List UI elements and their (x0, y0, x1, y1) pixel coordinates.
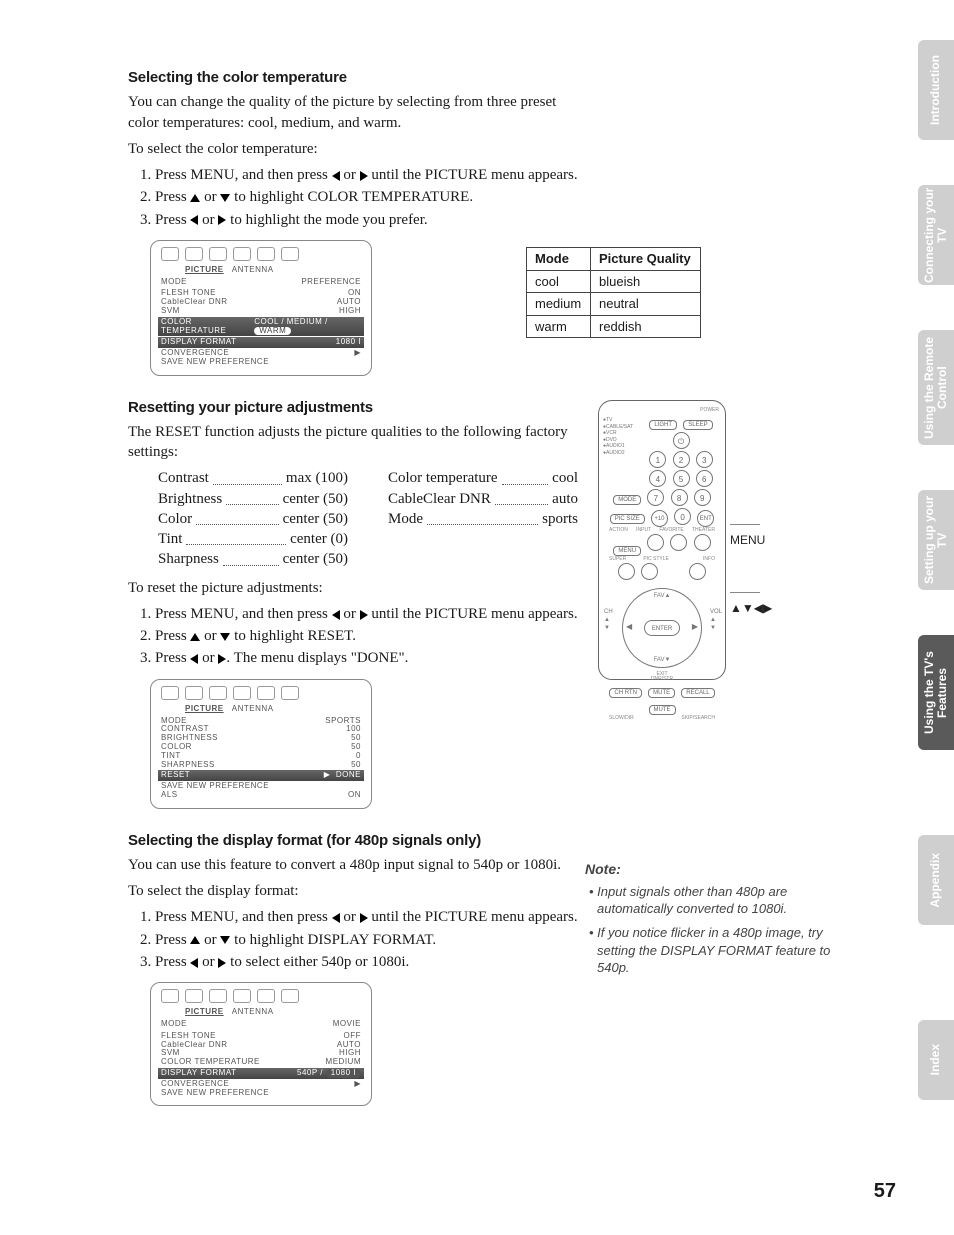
num-9: 9 (694, 489, 711, 506)
osd-highlighted-row: COLOR TEMPERATURECOOL / MEDIUM / WARM (158, 317, 364, 337)
tab-remote-control[interactable]: Using the Remote Control (918, 330, 954, 445)
hundred-button: +10 (651, 510, 668, 527)
arrow-down-icon (220, 936, 230, 944)
arrow-left-icon (332, 610, 340, 620)
arrow-up-icon (190, 194, 200, 202)
fav-down: FAV▼ (622, 656, 702, 664)
tab-appendix[interactable]: Appendix (918, 835, 954, 925)
heading-reset: Resetting your picture adjustments (128, 398, 578, 418)
step-2: 2. Press or to highlight RESET. (158, 626, 578, 646)
lead-text: To select the display format: (128, 881, 578, 901)
step-3: 3. Press or . The menu displays "DONE". (158, 648, 578, 668)
num-5: 5 (673, 470, 690, 487)
tab-setting-up[interactable]: Setting up your TV (918, 490, 954, 590)
tab-introduction[interactable]: Introduction (918, 40, 954, 140)
arrow-up-icon (190, 936, 200, 944)
step-2: 2. Press or to highlight COLOR TEMPERATU… (158, 187, 578, 207)
step-3: 3. Press or to select either 540p or 108… (158, 952, 578, 972)
arrow-right-icon (360, 171, 368, 181)
step-3: 3. Press or to highlight the mode you pr… (158, 210, 578, 230)
osd-screenshot-3: PICTURE ANTENNA MODEMOVIE FLESH TONEOFF … (150, 982, 372, 1106)
note-heading: Note: (585, 860, 860, 879)
factory-defaults: Contrastmax (100) Brightnesscenter (50) … (128, 468, 578, 569)
callout-menu: MENU (730, 516, 765, 548)
num-6: 6 (696, 470, 713, 487)
mode-button: MODE (613, 495, 641, 505)
page-number: 57 (874, 1178, 896, 1205)
section-reset: Resetting your picture adjustments The R… (128, 398, 578, 809)
th-quality: Picture Quality (590, 248, 700, 271)
tab-connecting[interactable]: Connecting your TV (918, 185, 954, 285)
light-button: LIGHT (649, 420, 677, 430)
tab-features-active[interactable]: Using the TV's Features (918, 635, 954, 750)
chapter-tabs: Introduction Connecting your TV Using th… (916, 20, 954, 1160)
enter-button: ENTER (644, 620, 680, 636)
arrow-left-icon (332, 913, 340, 923)
num-2: 2 (673, 451, 690, 468)
arrow-up-icon (190, 633, 200, 641)
osd-screenshot-1: PICTURE ANTENNA MODEPREFERENCE FLESH TON… (150, 240, 372, 376)
arrow-right-icon (360, 913, 368, 923)
menu-button: MENU (613, 546, 641, 556)
picsize-button: PIC SIZE (610, 514, 645, 524)
fav-up: FAV▲ (622, 592, 702, 600)
steps-list: 1. Press MENU, and then press or until t… (128, 604, 578, 669)
arrow-right-icon (360, 610, 368, 620)
intro-text: The RESET function adjusts the picture q… (128, 422, 578, 463)
lead-text: To reset the picture adjustments: (128, 578, 578, 598)
intro-text: You can use this feature to convert a 48… (128, 855, 578, 875)
steps-list: 1. Press MENU, and then press or until t… (128, 165, 578, 230)
th-mode: Mode (527, 248, 591, 271)
color-mode-table: ModePicture Quality coolblueish mediumne… (526, 247, 701, 338)
note-item: Input signals other than 480p are automa… (597, 883, 860, 918)
callout-arrows: ▲▼◀▶ (730, 584, 772, 616)
num-3: 3 (696, 451, 713, 468)
lead-text: To select the color temperature: (128, 139, 578, 159)
num-8: 8 (671, 489, 688, 506)
source-list: ●TV ●CABLE/SAT ●VCR ●DVD ●AUDIO1 ●AUDIO2 (603, 417, 633, 456)
note-item: If you notice flicker in a 480p image, t… (597, 924, 860, 977)
heading-display-format: Selecting the display format (for 480p s… (128, 831, 578, 851)
step-1: 1. Press MENU, and then press or until t… (158, 907, 578, 927)
num-4: 4 (649, 470, 666, 487)
intro-text: You can change the quality of the pictur… (128, 92, 578, 133)
arrow-down-icon (220, 633, 230, 641)
num-1: 1 (649, 451, 666, 468)
step-1: 1. Press MENU, and then press or until t… (158, 604, 578, 624)
osd-highlighted-row: DISPLAY FORMAT540P / 1080 I (158, 1068, 364, 1079)
osd-screenshot-2: PICTURE ANTENNA MODESPORTS CONTRAST100 B… (150, 679, 372, 809)
section-color-temperature: Selecting the color temperature You can … (128, 68, 578, 376)
step-2: 2. Press or to highlight DISPLAY FORMAT. (158, 930, 578, 950)
note-box: Note: Input signals other than 480p are … (585, 860, 860, 983)
dpad: ENTER FAV▲ FAV▼ ◀ ▶ CH▲▼ VOL▲▼ (622, 588, 702, 668)
chrtn-button: CH RTN (609, 688, 642, 698)
arrow-left-icon (332, 171, 340, 181)
osd-highlighted-row: RESET▶ DONE (158, 770, 364, 781)
remote-illustration: POWER ●TV ●CABLE/SAT ●VCR ●DVD ●AUDIO1 ●… (598, 400, 758, 680)
num-7: 7 (647, 489, 664, 506)
steps-list: 1. Press MENU, and then press or until t… (128, 907, 578, 972)
heading-color-temperature: Selecting the color temperature (128, 68, 578, 88)
tab-index[interactable]: Index (918, 1020, 954, 1100)
sleep-button: SLEEP (683, 420, 712, 430)
step-1: 1. Press MENU, and then press or until t… (158, 165, 578, 185)
num-0: 0 (674, 508, 691, 525)
osd-tab-icons (161, 247, 361, 261)
arrow-down-icon (220, 194, 230, 202)
power-label: POWER (605, 407, 719, 414)
power-button: ⏻ (673, 432, 690, 449)
section-display-format: Selecting the display format (for 480p s… (128, 831, 578, 1107)
ent-button: ENT (697, 510, 714, 527)
